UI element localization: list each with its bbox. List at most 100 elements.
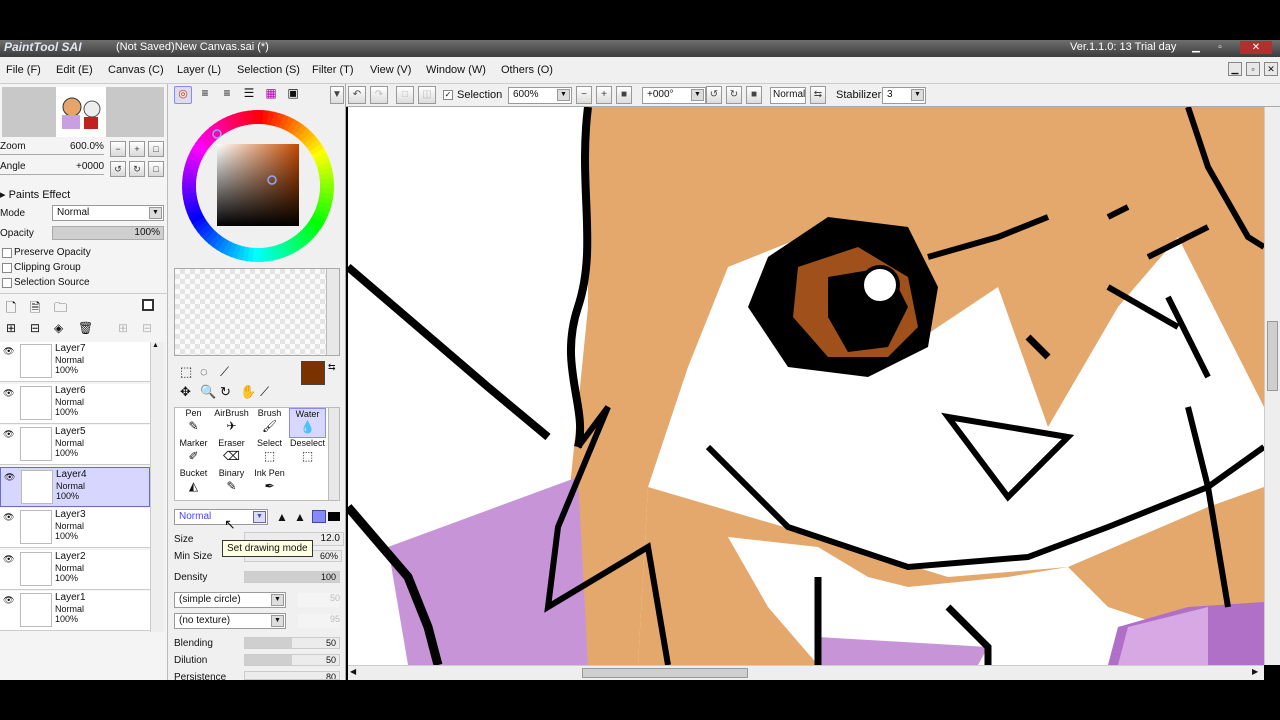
rotate-reset-icon[interactable]: □ [148, 161, 164, 177]
eyedropper-icon[interactable]: ⟋ [260, 384, 269, 400]
menu-others[interactable]: Others (O) [501, 64, 553, 76]
menu-canvas[interactable]: Canvas (C) [108, 64, 164, 76]
tool-bucket[interactable]: Bucket ◭ [175, 468, 212, 498]
rotate-right-icon[interactable]: ↻ [129, 161, 145, 177]
preserve-opacity-checkbox[interactable] [2, 248, 12, 258]
menu-edit[interactable]: Edit (E) [56, 64, 93, 76]
close-icon[interactable]: ✕ [1240, 41, 1272, 54]
toolbar-zoom-in-icon[interactable]: + [596, 86, 612, 104]
undo-icon[interactable]: ↶ [348, 86, 366, 104]
visibility-eye-icon[interactable]: 👁 [3, 429, 14, 440]
visibility-eye-icon[interactable]: 👁 [3, 388, 14, 399]
dilution-slider[interactable]: 50 [244, 654, 340, 666]
toolbar-zoom-out-icon[interactable]: − [576, 86, 592, 104]
visibility-eye-icon[interactable]: 👁 [3, 346, 14, 357]
move-icon[interactable]: ✥ [180, 384, 191, 400]
rotate-icon[interactable]: ↻ [220, 384, 231, 400]
layer-row[interactable]: 👁 Layer1 Normal 100% [0, 591, 150, 631]
toolbar-rotate-reset-icon[interactable]: ■ [746, 86, 762, 104]
tool-deselect[interactable]: Deselect ⬚ [289, 438, 326, 468]
layer-row[interactable]: 👁 Layer4 Normal 100% [0, 466, 150, 507]
palette-tab-icon[interactable]: ☰ [240, 86, 258, 104]
deselect-btn-icon[interactable]: □ [396, 86, 414, 104]
new-layer-icon[interactable]: 🗋 [6, 299, 16, 321]
brush-shape-strength[interactable]: 50 [298, 593, 340, 607]
menu-filter[interactable]: Filter (T) [312, 64, 354, 76]
color-wheel[interactable] [180, 108, 336, 264]
redo-icon[interactable]: ↷ [370, 86, 388, 104]
minimize-icon[interactable]: ▁ [1188, 41, 1204, 54]
tool-ink-pen[interactable]: Ink Pen ✒ [251, 468, 288, 498]
magic-wand-icon[interactable]: ⟋ [220, 364, 229, 380]
scroll-right-icon[interactable]: ▶ [1252, 667, 1258, 676]
opacity-slider[interactable]: 100% [52, 226, 164, 240]
brush-shape-hard-icon[interactable] [312, 510, 326, 523]
layer-mode-select[interactable]: Normal ▼ [52, 205, 164, 221]
layer-row[interactable]: 👁 Layer5 Normal 100% [0, 425, 150, 465]
visibility-eye-icon[interactable]: 👁 [3, 512, 14, 523]
texture-select[interactable]: (no texture) ▼ [174, 613, 286, 629]
canvas-horizontal-scrollbar[interactable]: ◀ ▶ [348, 665, 1264, 680]
stabilizer-select[interactable]: 3 ▼ [882, 87, 926, 104]
horizontal-scroll-thumb[interactable] [582, 668, 748, 678]
drawing-canvas[interactable] [348, 107, 1264, 665]
clear-layer-icon[interactable]: ◈ [54, 321, 63, 335]
navigator-preview[interactable] [2, 87, 164, 137]
menu-layer[interactable]: Layer (L) [177, 64, 221, 76]
angle-slider[interactable] [0, 174, 104, 175]
toolbar-zoom-reset-icon[interactable]: ■ [616, 86, 632, 104]
layer-row[interactable]: 👁 Layer7 Normal 100% [0, 342, 150, 382]
transfer-down-icon[interactable]: ⊞ [6, 321, 16, 335]
rotate-left-icon[interactable]: ↺ [110, 161, 126, 177]
lasso-icon[interactable]: ◌ [200, 364, 208, 379]
mdi-close-icon[interactable]: ✕ [1264, 62, 1278, 76]
tool-select[interactable]: Select ⬚ [251, 438, 288, 468]
zoom-reset-icon[interactable]: □ [148, 141, 164, 157]
scratchpad-tab-icon[interactable]: ▣ [284, 86, 302, 104]
toolbar-rotate-right-icon[interactable]: ↻ [726, 86, 742, 104]
view-mode-select[interactable]: Normal [770, 87, 806, 104]
clipping-group-checkbox[interactable] [2, 263, 12, 273]
menu-window[interactable]: Window (W) [426, 64, 486, 76]
zoom-slider[interactable] [0, 154, 104, 155]
tool-brush[interactable]: Brush 🖌 [251, 408, 288, 438]
layer-row[interactable]: 👁 Layer3 Normal 100% [0, 508, 150, 548]
rect-select-icon[interactable]: ⬚ [180, 364, 192, 380]
delete-layer-icon[interactable]: 🗑 [78, 321, 93, 335]
brush-shape-soft-icon[interactable]: ▲ [276, 510, 288, 524]
scroll-left-icon[interactable]: ◀ [350, 667, 356, 676]
invert-selection-icon[interactable]: ◫ [418, 86, 436, 104]
layer-row[interactable]: 👁 Layer2 Normal 100% [0, 549, 150, 590]
rgb-slider-tab-icon[interactable]: ≡ [196, 86, 214, 104]
visibility-eye-icon[interactable]: 👁 [3, 595, 14, 606]
tool-marker[interactable]: Marker ✐ [175, 438, 212, 468]
vertical-scroll-thumb[interactable] [1267, 321, 1278, 391]
menu-selection[interactable]: Selection (S) [237, 64, 300, 76]
layer-mask-icon[interactable] [142, 299, 154, 311]
zoom-in-icon[interactable]: + [129, 141, 145, 157]
hand-icon[interactable]: ✋ [240, 384, 256, 400]
blend-mode-select[interactable]: Normal ▼ [174, 509, 268, 525]
brush-shape-select[interactable]: (simple circle) ▼ [174, 592, 286, 608]
scratchpad-scrollbar[interactable] [326, 269, 339, 355]
mdi-restore-icon[interactable]: ▫ [1246, 62, 1260, 76]
brush-shape-solid-icon[interactable] [328, 512, 340, 521]
persistence-slider[interactable]: 80 [244, 671, 340, 680]
swatches-tab-icon[interactable]: ▦ [262, 86, 280, 104]
hue-segment[interactable] [252, 110, 260, 125]
visibility-eye-icon[interactable]: 👁 [4, 472, 15, 483]
zoom-select[interactable]: 600% ▼ [508, 87, 572, 104]
canvas-vertical-scrollbar[interactable] [1264, 107, 1280, 665]
toolbar-rotate-left-icon[interactable]: ↺ [706, 86, 722, 104]
angle-select[interactable]: +000° ▼ [642, 87, 706, 104]
color-wheel-tab-icon[interactable]: ◎ [174, 86, 192, 104]
selection-checkbox[interactable]: ✓ [443, 90, 453, 100]
maximize-icon[interactable]: ▫ [1212, 41, 1228, 54]
merge-down-icon[interactable]: ⊟ [30, 321, 40, 335]
tool-grid-scrollbar[interactable] [328, 407, 340, 501]
new-linear-layer-icon[interactable]: 🗎 [30, 299, 40, 321]
zoom-icon[interactable]: 🔍 [200, 384, 216, 400]
tool-pen[interactable]: Pen ✎ [175, 408, 212, 438]
blending-slider[interactable]: 50 [244, 637, 340, 649]
mdi-minimize-icon[interactable]: ▁ [1228, 62, 1242, 76]
